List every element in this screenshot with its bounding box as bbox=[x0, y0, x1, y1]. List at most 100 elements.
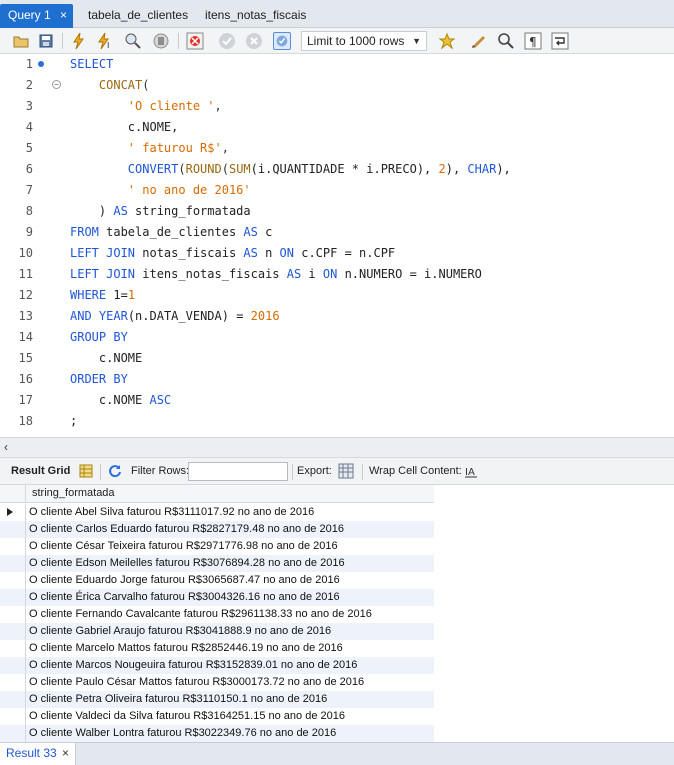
table-row[interactable]: O cliente César Teixeira faturou R$29717… bbox=[0, 538, 434, 555]
open-folder-icon[interactable] bbox=[12, 32, 30, 50]
table-cell[interactable]: O cliente Érica Carvalho faturou R$30043… bbox=[29, 589, 340, 606]
code-line[interactable]: 15 c.NOME bbox=[0, 348, 674, 369]
refresh-icon[interactable] bbox=[108, 464, 122, 478]
code-line[interactable]: 4 c.NOME, bbox=[0, 117, 674, 138]
export-icon[interactable] bbox=[338, 463, 354, 479]
line-number: 8 bbox=[25, 204, 33, 218]
invisible-chars-icon[interactable]: ¶ bbox=[524, 32, 542, 50]
tab-tabela-de-clientes[interactable]: tabela_de_clientes bbox=[80, 4, 196, 28]
tab-query-1[interactable]: Query 1 × bbox=[0, 4, 73, 28]
row-header[interactable] bbox=[0, 572, 26, 589]
table-row[interactable]: O cliente Edson Meilelles faturou R$3076… bbox=[0, 555, 434, 572]
table-cell[interactable]: O cliente Gabriel Araujo faturou R$30418… bbox=[29, 623, 331, 640]
table-cell[interactable]: O cliente César Teixeira faturou R$29717… bbox=[29, 538, 338, 555]
code-line[interactable]: 13 AND YEAR(n.DATA_VENDA) = 2016 bbox=[0, 306, 674, 327]
table-cell[interactable]: O cliente Petra Oliveira faturou R$31101… bbox=[29, 691, 327, 708]
code-line[interactable]: 11 LEFT JOIN itens_notas_fiscais AS i ON … bbox=[0, 264, 674, 285]
code-line[interactable]: 3 'O cliente ', bbox=[0, 96, 674, 117]
grid-view-icon[interactable] bbox=[79, 464, 93, 478]
table-row[interactable]: O cliente Walber Lontra faturou R$302234… bbox=[0, 725, 434, 742]
table-row[interactable]: O cliente Abel Silva faturou R$3111017.9… bbox=[0, 504, 434, 521]
code-line[interactable]: 6 CONVERT(ROUND(SUM(i.QUANTIDADE * i.PRE… bbox=[0, 159, 674, 180]
execute-icon[interactable] bbox=[70, 32, 88, 50]
code-line[interactable]: 17 c.NOME ASC bbox=[0, 390, 674, 411]
toggle-error-icon[interactable] bbox=[186, 32, 204, 50]
wrap-cell-icon[interactable]: IA bbox=[464, 464, 478, 478]
table-row[interactable]: O cliente Eduardo Jorge faturou R$306568… bbox=[0, 572, 434, 589]
close-icon[interactable]: × bbox=[62, 743, 69, 763]
horizontal-scrollbar[interactable]: ‹ bbox=[0, 437, 674, 457]
filter-rows-input[interactable] bbox=[188, 462, 288, 481]
code-line[interactable]: 8 ) AS string_formatada bbox=[0, 201, 674, 222]
save-icon[interactable] bbox=[37, 32, 55, 50]
result-grid-label[interactable]: Result Grid bbox=[11, 465, 70, 477]
code-text: c.NOME, bbox=[70, 117, 179, 138]
commit-icon[interactable] bbox=[218, 32, 236, 50]
explain-icon[interactable] bbox=[124, 32, 142, 50]
row-header[interactable] bbox=[0, 606, 26, 623]
code-line[interactable]: 18; bbox=[0, 411, 674, 432]
code-line[interactable]: 5 ' faturou R$', bbox=[0, 138, 674, 159]
code-token: , bbox=[214, 99, 222, 113]
code-line[interactable]: 12 WHERE 1=1 bbox=[0, 285, 674, 306]
code-line[interactable]: 10 LEFT JOIN notas_fiscais AS n ON c.CPF … bbox=[0, 243, 674, 264]
table-cell[interactable]: O cliente Edson Meilelles faturou R$3076… bbox=[29, 555, 345, 572]
row-header[interactable] bbox=[0, 504, 26, 521]
row-header[interactable] bbox=[0, 674, 26, 691]
code-line[interactable]: 7 ' no ano de 2016' bbox=[0, 180, 674, 201]
code-line[interactable]: 2 − CONCAT( bbox=[0, 75, 674, 96]
row-header[interactable] bbox=[0, 725, 26, 742]
row-header[interactable] bbox=[0, 521, 26, 538]
add-snippet-icon[interactable] bbox=[438, 32, 456, 50]
wrap-icon[interactable] bbox=[551, 32, 569, 50]
table-cell[interactable]: O cliente Fernando Cavalcante faturou R$… bbox=[29, 606, 372, 623]
column-header-string-formatada[interactable]: string_formatada bbox=[32, 487, 115, 499]
table-cell[interactable]: O cliente Valdeci da Silva faturou R$316… bbox=[29, 708, 345, 725]
chevron-left-icon[interactable]: ‹ bbox=[4, 440, 8, 454]
code-token: CONCAT bbox=[70, 78, 143, 92]
tab-itens-notas-fiscais[interactable]: itens_notas_fiscais bbox=[197, 4, 314, 28]
autocommit-icon[interactable] bbox=[273, 32, 291, 50]
limit-rows-select[interactable]: Limit to 1000 rows ▼ bbox=[301, 31, 427, 51]
tab-result-33[interactable]: Result 33 × bbox=[0, 743, 76, 765]
row-header[interactable] bbox=[0, 708, 26, 725]
execute-current-icon[interactable]: I bbox=[96, 32, 114, 50]
table-row[interactable]: O cliente Valdeci da Silva faturou R$316… bbox=[0, 708, 434, 725]
table-row[interactable]: O cliente Paulo César Mattos faturou R$3… bbox=[0, 674, 434, 691]
row-header[interactable] bbox=[0, 555, 26, 572]
table-row[interactable]: O cliente Marcelo Mattos faturou R$28524… bbox=[0, 640, 434, 657]
table-cell[interactable]: O cliente Abel Silva faturou R$3111017.9… bbox=[29, 504, 314, 521]
table-cell[interactable]: O cliente Walber Lontra faturou R$302234… bbox=[29, 725, 336, 742]
code-line[interactable]: 14 GROUP BY bbox=[0, 327, 674, 348]
row-header[interactable] bbox=[0, 640, 26, 657]
table-cell[interactable]: O cliente Eduardo Jorge faturou R$306568… bbox=[29, 572, 340, 589]
table-row[interactable]: O cliente Fernando Cavalcante faturou R$… bbox=[0, 606, 434, 623]
row-header[interactable] bbox=[0, 589, 26, 606]
fold-icon[interactable]: − bbox=[52, 80, 61, 89]
table-cell[interactable]: O cliente Carlos Eduardo faturou R$28271… bbox=[29, 521, 344, 538]
beautify-icon[interactable] bbox=[470, 32, 488, 50]
code-line[interactable]: 16 ORDER BY bbox=[0, 369, 674, 390]
code-line[interactable]: 9 FROM tabela_de_clientes AS c bbox=[0, 222, 674, 243]
table-row[interactable]: O cliente Petra Oliveira faturou R$31101… bbox=[0, 691, 434, 708]
table-cell[interactable]: O cliente Marcos Nougeuira faturou R$315… bbox=[29, 657, 357, 674]
table-cell[interactable]: O cliente Paulo César Mattos faturou R$3… bbox=[29, 674, 364, 691]
find-icon[interactable] bbox=[497, 32, 515, 50]
sql-editor[interactable]: 1 SELECT 2− CONCAT(3 'O cliente ', 4 c.NOME… bbox=[0, 54, 674, 437]
stop-icon[interactable] bbox=[152, 32, 170, 50]
row-header[interactable] bbox=[0, 691, 26, 708]
rollback-icon[interactable] bbox=[245, 32, 263, 50]
code-line[interactable]: 1 SELECT bbox=[0, 54, 674, 75]
table-row[interactable]: O cliente Érica Carvalho faturou R$30043… bbox=[0, 589, 434, 606]
row-header[interactable] bbox=[0, 623, 26, 640]
row-header[interactable] bbox=[0, 657, 26, 674]
result-grid[interactable]: string_formatada O cliente Abel Silva fa… bbox=[0, 485, 674, 742]
code-token: WHERE bbox=[70, 288, 107, 302]
table-cell[interactable]: O cliente Marcelo Mattos faturou R$28524… bbox=[29, 640, 343, 657]
table-row[interactable]: O cliente Marcos Nougeuira faturou R$315… bbox=[0, 657, 434, 674]
table-row[interactable]: O cliente Gabriel Araujo faturou R$30418… bbox=[0, 623, 434, 640]
close-icon[interactable]: × bbox=[60, 4, 67, 26]
row-header[interactable] bbox=[0, 538, 26, 555]
table-row[interactable]: O cliente Carlos Eduardo faturou R$28271… bbox=[0, 521, 434, 538]
